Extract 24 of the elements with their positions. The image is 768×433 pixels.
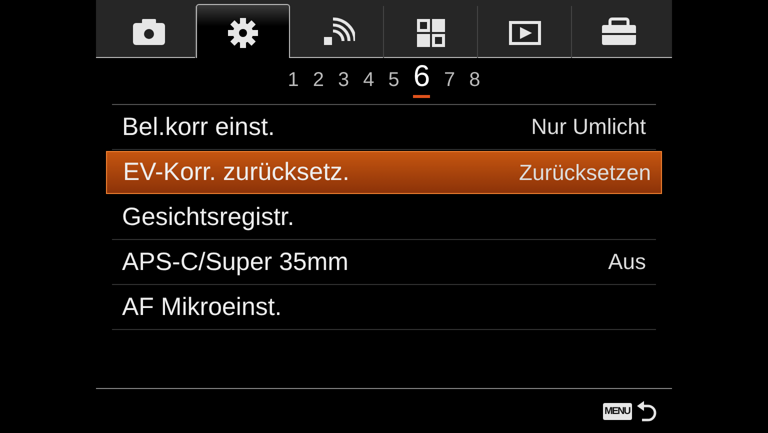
item-label: EV-Korr. zurücksetz. (123, 158, 350, 187)
item-value: Zurücksetzen (518, 160, 651, 186)
menu-key: MENU (602, 402, 632, 420)
menu-tab[interactable] (196, 4, 290, 58)
page-number[interactable]: 3 (338, 69, 350, 98)
item-label: AF Mikroeinst. (122, 292, 282, 322)
menu-item[interactable]: APS-C/Super 35mm Aus (112, 240, 656, 285)
page-number[interactable]: 7 (444, 69, 456, 98)
menu-item[interactable]: Gesichtsregistr. (112, 195, 656, 240)
back-icon (636, 399, 658, 423)
page-number[interactable]: 8 (469, 69, 480, 98)
item-label: Gesichtsregistr. (122, 202, 294, 232)
page-number[interactable]: 1 (288, 69, 299, 98)
page-number[interactable]: 2 (312, 69, 324, 98)
item-value: Nur Umlicht (531, 114, 646, 140)
item-label: Bel.korr einst. (122, 112, 275, 142)
page-number[interactable]: 5 (388, 69, 400, 98)
menu-item[interactable]: EV-Korr. zurücksetz. Zurücksetzen (106, 151, 662, 194)
menu-item[interactable]: AF Mikroeinst. (112, 285, 656, 330)
page-number[interactable]: 6 (413, 62, 430, 98)
item-label: APS-C/Super 35mm (122, 248, 348, 276)
page-number[interactable]: 4 (363, 69, 374, 98)
menu-item[interactable]: Bel.korr einst. Nur Umlicht (112, 105, 656, 150)
item-value: Aus (608, 249, 646, 275)
